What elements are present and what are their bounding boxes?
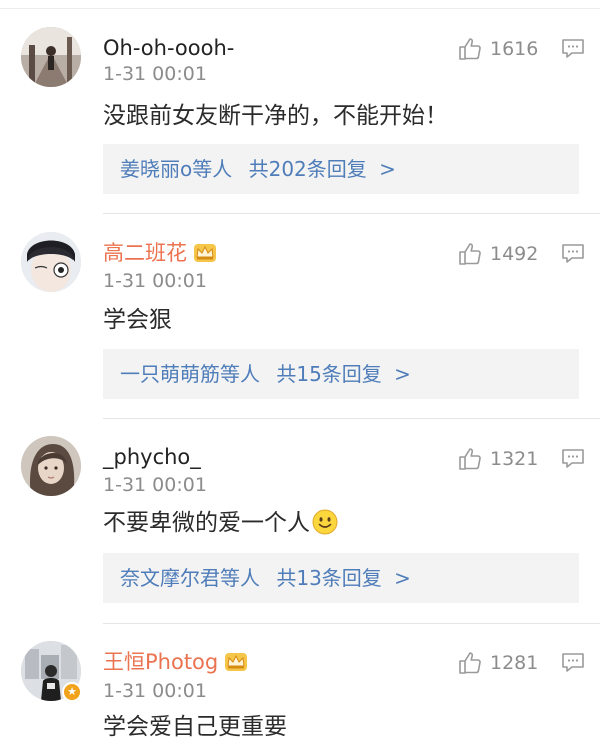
- like-button[interactable]: 1281: [458, 651, 538, 674]
- avatar[interactable]: [21, 232, 81, 292]
- username[interactable]: _phycho_: [103, 444, 201, 470]
- replies-link[interactable]: 姜晓丽o等人 共202条回复 >: [103, 144, 579, 194]
- chevron-right-icon: >: [394, 566, 411, 590]
- timestamp: 1-31 00:01: [103, 474, 207, 496]
- username-text: 高二班花: [103, 241, 187, 265]
- like-button[interactable]: 1492: [458, 242, 538, 265]
- comment-bubble-icon[interactable]: [561, 38, 585, 60]
- thumbs-up-icon: [459, 243, 481, 265]
- comment-text: 学会狠: [103, 307, 172, 333]
- comment-text: 没跟前女友断干净的，不能开始！: [103, 103, 448, 129]
- smile-emoji: [312, 509, 338, 535]
- chevron-right-icon: >: [394, 362, 411, 386]
- divider: [103, 213, 600, 214]
- thumbs-up-icon: [459, 38, 481, 60]
- username[interactable]: Oh-oh-oooh-: [103, 35, 234, 61]
- replies-link[interactable]: 奈文摩尔君等人 共13条回复 >: [103, 553, 579, 603]
- chevron-right-icon: >: [379, 157, 396, 181]
- like-button[interactable]: 1616: [458, 37, 538, 60]
- timestamp: 1-31 00:01: [103, 63, 207, 85]
- comment-bubble-icon[interactable]: [561, 652, 585, 674]
- replies-count: 共13条回复: [276, 566, 382, 590]
- like-button[interactable]: 1321: [458, 447, 538, 470]
- replies-count: 共15条回复: [276, 362, 382, 386]
- crown-icon: [194, 244, 216, 262]
- comment-text: 不要卑微的爱一个人: [103, 508, 338, 538]
- replies-count: 共202条回复: [248, 157, 367, 181]
- like-count: 1321: [490, 447, 539, 470]
- comment-bubble-icon[interactable]: [561, 448, 585, 470]
- thumbs-up-icon: [459, 448, 481, 470]
- like-count: 1616: [490, 37, 539, 60]
- top-divider: [0, 8, 600, 9]
- comment-text: 学会爱自己更重要: [103, 714, 287, 740]
- timestamp: 1-31 00:01: [103, 680, 207, 702]
- username[interactable]: 高二班花: [103, 240, 217, 266]
- comment-text-content: 不要卑微的爱一个人: [103, 510, 310, 536]
- avatar[interactable]: [21, 27, 81, 87]
- avatar[interactable]: [21, 436, 81, 496]
- divider: [103, 623, 600, 624]
- like-count: 1281: [490, 651, 539, 674]
- like-count: 1492: [490, 242, 539, 265]
- replies-prefix: 一只萌萌筋等人: [120, 362, 260, 386]
- username[interactable]: 王恒Photog: [103, 649, 248, 675]
- comment-bubble-icon[interactable]: [561, 243, 585, 265]
- crown-icon: [225, 653, 248, 671]
- timestamp: 1-31 00:01: [103, 270, 207, 292]
- username-text: 王恒Photog: [103, 650, 219, 674]
- replies-link[interactable]: 一只萌萌筋等人 共15条回复 >: [103, 349, 579, 399]
- replies-prefix: 奈文摩尔君等人: [120, 566, 260, 590]
- divider: [103, 418, 600, 419]
- verified-badge-icon: ★: [62, 682, 82, 702]
- thumbs-up-icon: [459, 652, 481, 674]
- replies-prefix: 姜晓丽o等人: [120, 157, 233, 181]
